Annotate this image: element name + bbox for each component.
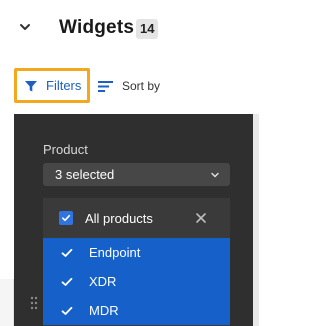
count-badge: 14 (136, 19, 159, 39)
checkmark-icon (61, 277, 73, 286)
drag-handle-icon[interactable] (30, 296, 38, 310)
page-title: Widgets (59, 17, 135, 38)
sort-icon (98, 80, 113, 92)
option-xdr[interactable]: XDR (43, 267, 230, 296)
filters-button[interactable]: Filters (14, 68, 90, 103)
checkmark-icon (61, 306, 73, 315)
panel-edge (253, 114, 259, 326)
option-mdr[interactable]: MDR (43, 296, 230, 325)
widget-card-edge (0, 279, 14, 326)
checkbox-checked-icon[interactable] (59, 211, 73, 225)
sort-label: Sort by (122, 79, 161, 93)
close-icon[interactable] (194, 211, 208, 225)
widgets-header: Widgets 14 (0, 0, 259, 58)
chevron-down-icon[interactable] (18, 20, 32, 34)
option-all-products[interactable]: All products (43, 198, 230, 238)
product-select-value: 3 selected (55, 167, 115, 182)
option-label: Endpoint (89, 245, 141, 260)
option-endpoint[interactable]: Endpoint (43, 238, 230, 267)
sort-button[interactable]: Sort by (98, 75, 160, 97)
option-label: XDR (89, 274, 117, 289)
chevron-down-icon (211, 172, 219, 177)
filter-icon (25, 80, 37, 91)
option-label: MDR (89, 303, 119, 318)
product-options-list: All products Endpoint XDR MDR (43, 198, 230, 326)
product-filter-label: Product (43, 142, 88, 157)
option-label: All products (85, 210, 153, 226)
product-select[interactable]: 3 selected (43, 163, 230, 186)
checkmark-icon (61, 248, 73, 257)
filters-label: Filters (46, 78, 82, 93)
